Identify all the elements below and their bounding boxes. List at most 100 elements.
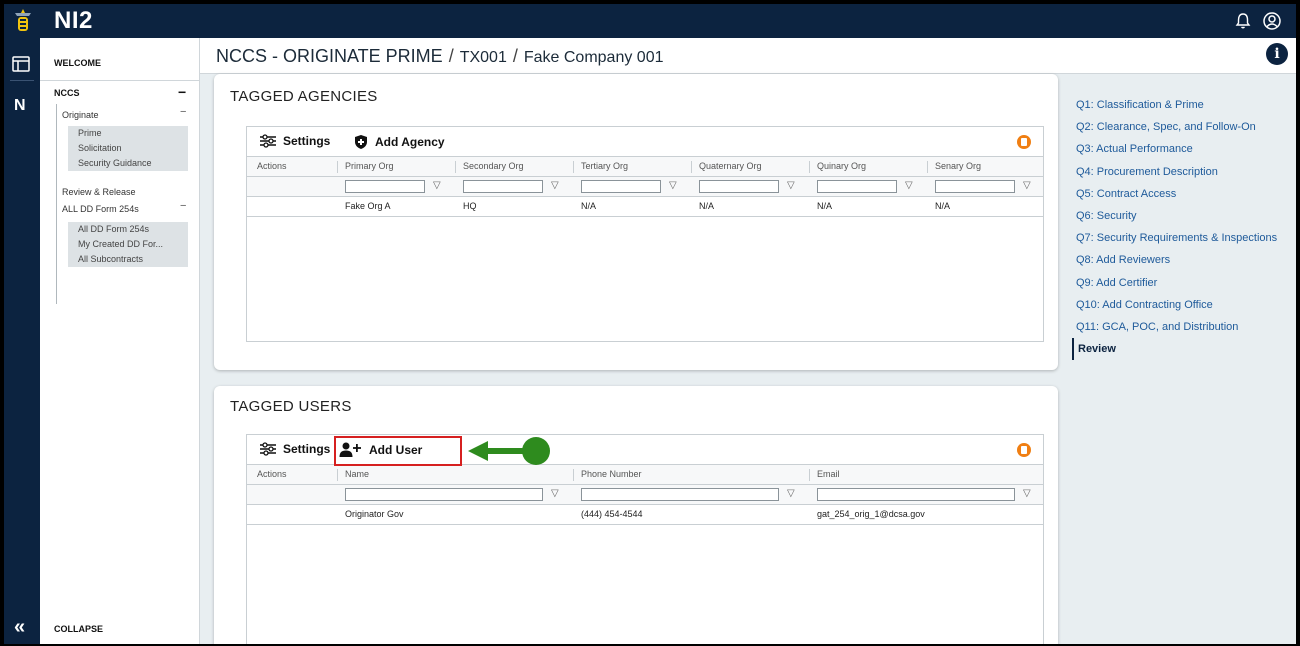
col-header-primary-org[interactable]: Primary Org bbox=[345, 161, 394, 171]
sliders-icon bbox=[260, 134, 276, 148]
col-divider[interactable] bbox=[337, 469, 338, 481]
cell-name: Originator Gov bbox=[345, 509, 404, 519]
nav-item-solicitation[interactable]: Solicitation bbox=[68, 141, 188, 156]
nav-item-all-dd-form-254s[interactable]: All DD Form 254s bbox=[68, 222, 188, 237]
info-icon[interactable]: i bbox=[1266, 43, 1288, 65]
col-header-quinary-org[interactable]: Quinary Org bbox=[817, 161, 866, 171]
nav-item-review-release[interactable]: Review & Release bbox=[62, 187, 136, 197]
filter-tertiary-org-input[interactable] bbox=[581, 180, 661, 193]
breadcrumb-separator: / bbox=[512, 46, 518, 66]
cell-email: gat_254_orig_1@dcsa.gov bbox=[817, 509, 925, 519]
question-link-q8[interactable]: Q8: Add Reviewers bbox=[1072, 249, 1296, 271]
col-divider[interactable] bbox=[809, 161, 810, 173]
table-row[interactable]: Originator Gov (444) 454-4544 gat_254_or… bbox=[247, 505, 1043, 525]
nav-item-prime[interactable]: Prime bbox=[68, 126, 188, 141]
filter-funnel-icon[interactable]: ▽ bbox=[1023, 180, 1031, 191]
col-header-tertiary-org[interactable]: Tertiary Org bbox=[581, 161, 628, 171]
table-row[interactable]: Fake Org A HQ N/A N/A N/A N/A bbox=[247, 197, 1043, 217]
question-link-q9[interactable]: Q9: Add Certifier bbox=[1072, 272, 1296, 294]
agencies-filter-row: ▽ ▽ ▽ ▽ ▽ ▽ bbox=[247, 177, 1043, 197]
icon-rail: N « bbox=[4, 38, 40, 644]
filter-funnel-icon[interactable]: ▽ bbox=[433, 180, 441, 191]
question-link-q10[interactable]: Q10: Add Contracting Office bbox=[1072, 294, 1296, 316]
rail-nccs-button[interactable]: N bbox=[14, 97, 26, 115]
col-header-quaternary-org[interactable]: Quaternary Org bbox=[699, 161, 762, 171]
filter-funnel-icon[interactable]: ▽ bbox=[551, 488, 559, 499]
cell-phone: (444) 454-4544 bbox=[581, 509, 643, 519]
question-link-q6[interactable]: Q6: Security bbox=[1072, 205, 1296, 227]
nav-section-nccs[interactable]: NCCS bbox=[54, 88, 80, 98]
cell-quinary-org: N/A bbox=[817, 201, 833, 211]
rail-divider bbox=[10, 80, 34, 81]
nav-section-collapse-toggle[interactable]: − bbox=[178, 84, 186, 100]
add-agency-button[interactable]: Add Agency bbox=[353, 134, 445, 150]
top-bar: NI2 bbox=[4, 4, 1296, 38]
col-divider[interactable] bbox=[927, 161, 928, 173]
breadcrumb-separator: / bbox=[448, 46, 454, 66]
filter-name-input[interactable] bbox=[345, 488, 543, 501]
filter-primary-org-input[interactable] bbox=[345, 180, 425, 193]
filter-funnel-icon[interactable]: ▽ bbox=[551, 180, 559, 191]
col-divider[interactable] bbox=[573, 161, 574, 173]
user-account-icon[interactable] bbox=[1262, 11, 1282, 31]
breadcrumb-item-contract[interactable]: TX001 bbox=[460, 49, 507, 66]
nav-item-my-created[interactable]: My Created DD For... bbox=[68, 237, 188, 252]
filter-funnel-icon[interactable]: ▽ bbox=[787, 488, 795, 499]
col-header-actions[interactable]: Actions bbox=[257, 469, 287, 479]
col-divider[interactable] bbox=[455, 161, 456, 173]
filter-senary-org-input[interactable] bbox=[935, 180, 1015, 193]
agencies-header-row: Actions Primary Org Secondary Org Tertia… bbox=[247, 157, 1043, 177]
question-link-q2[interactable]: Q2: Clearance, Spec, and Follow-On bbox=[1072, 116, 1296, 138]
nav-welcome[interactable]: WELCOME bbox=[54, 58, 101, 68]
filter-funnel-icon[interactable]: ▽ bbox=[669, 180, 677, 191]
col-header-email[interactable]: Email bbox=[817, 469, 840, 479]
question-link-q5[interactable]: Q5: Contract Access bbox=[1072, 183, 1296, 205]
question-link-q3[interactable]: Q3: Actual Performance bbox=[1072, 138, 1296, 160]
col-divider[interactable] bbox=[691, 161, 692, 173]
nav-item-security-guidance[interactable]: Security Guidance bbox=[68, 156, 188, 171]
nav-originate-submenu: Prime Solicitation Security Guidance bbox=[68, 126, 188, 171]
question-link-q1[interactable]: Q1: Classification & Prime bbox=[1072, 94, 1296, 116]
nav-item-all-dd-form[interactable]: ALL DD Form 254s bbox=[62, 204, 139, 214]
col-header-senary-org[interactable]: Senary Org bbox=[935, 161, 981, 171]
breadcrumb: NCCS - ORIGINATE PRIME / TX001/Fake Compan… bbox=[216, 46, 664, 67]
col-divider[interactable] bbox=[337, 161, 338, 173]
col-header-secondary-org[interactable]: Secondary Org bbox=[463, 161, 524, 171]
nav-item-all-subcontracts[interactable]: All Subcontracts bbox=[68, 252, 188, 267]
question-link-q11[interactable]: Q11: GCA, POC, and Distribution bbox=[1072, 316, 1296, 338]
breadcrumb-item-nccs[interactable]: NCCS - ORIGINATE PRIME bbox=[216, 46, 443, 66]
col-divider[interactable] bbox=[809, 469, 810, 481]
filter-funnel-icon[interactable]: ▽ bbox=[1023, 488, 1031, 499]
cell-primary-org: Fake Org A bbox=[345, 201, 391, 211]
app-title: NI2 bbox=[54, 7, 93, 34]
filter-quaternary-org-input[interactable] bbox=[699, 180, 779, 193]
bell-icon[interactable] bbox=[1234, 12, 1252, 30]
bookmark-badge-icon[interactable] bbox=[1017, 135, 1031, 149]
col-header-actions[interactable]: Actions bbox=[257, 161, 287, 171]
col-header-phone[interactable]: Phone Number bbox=[581, 469, 642, 479]
agencies-toolbar: Settings Add Agency bbox=[247, 127, 1043, 157]
question-link-q7[interactable]: Q7: Security Requirements & Inspections bbox=[1072, 227, 1296, 249]
tagged-users-card: TAGGED USERS Settings Add User Actions N… bbox=[214, 386, 1058, 644]
users-settings-button[interactable]: Settings bbox=[259, 442, 330, 456]
col-divider[interactable] bbox=[573, 469, 574, 481]
filter-phone-input[interactable] bbox=[581, 488, 779, 501]
collapse-chevron-icon[interactable]: « bbox=[14, 616, 25, 639]
filter-funnel-icon[interactable]: ▽ bbox=[905, 180, 913, 191]
bookmark-badge-icon[interactable] bbox=[1017, 443, 1031, 457]
nav-collapse-button[interactable]: COLLAPSE bbox=[54, 624, 103, 634]
nav-item-originate[interactable]: Originate bbox=[62, 110, 99, 120]
filter-email-input[interactable] bbox=[817, 488, 1015, 501]
nav-originate-toggle[interactable]: − bbox=[180, 106, 186, 118]
nav-all-dd-form-toggle[interactable]: − bbox=[180, 200, 186, 212]
filter-quinary-org-input[interactable] bbox=[817, 180, 897, 193]
filter-secondary-org-input[interactable] bbox=[463, 180, 543, 193]
question-link-review[interactable]: Review bbox=[1072, 338, 1296, 361]
agencies-settings-button[interactable]: Settings bbox=[259, 134, 330, 148]
question-link-q4[interactable]: Q4: Procurement Description bbox=[1072, 161, 1296, 183]
dashboard-icon[interactable] bbox=[12, 56, 30, 72]
filter-funnel-icon[interactable]: ▽ bbox=[787, 180, 795, 191]
col-header-name[interactable]: Name bbox=[345, 469, 369, 479]
add-user-highlight-box bbox=[334, 436, 462, 466]
cell-senary-org: N/A bbox=[935, 201, 951, 211]
